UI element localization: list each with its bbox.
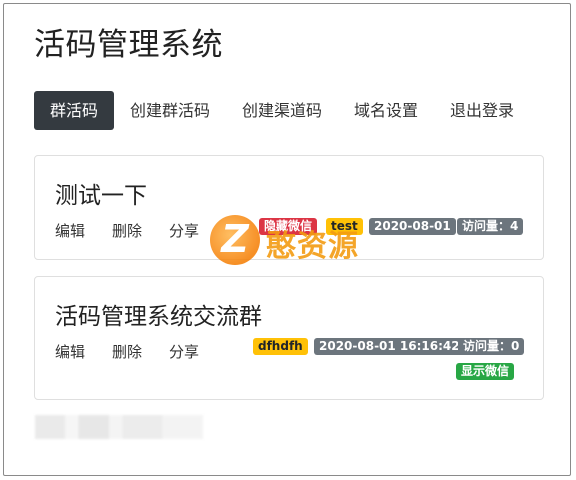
tab-create-channel-code[interactable]: 创建渠道码	[234, 91, 330, 130]
app-window: 活码管理系统 群活码 创建群活码 创建渠道码 域名设置 退出登录 测试一下 编辑…	[3, 3, 571, 476]
edit-button[interactable]: 编辑	[55, 220, 85, 241]
delete-button[interactable]: 删除	[112, 341, 142, 362]
date-badge: 2020-08-01 16:16:42	[314, 338, 465, 355]
date-badge: 2020-08-01	[369, 218, 456, 235]
watermark: Z 憨资源	[206, 211, 371, 271]
share-button[interactable]: 分享	[169, 341, 199, 362]
tab-domain-settings[interactable]: 域名设置	[346, 91, 426, 130]
blurred-footer	[35, 415, 203, 439]
card-title: 测试一下	[55, 183, 147, 209]
watermark-logo: Z	[210, 215, 260, 265]
visits-badge: 访问量：0	[458, 338, 525, 355]
watermark-text: 憨资源	[266, 229, 359, 264]
tab-create-group-code[interactable]: 创建群活码	[122, 91, 218, 130]
tag-badge: dfhdfh	[253, 338, 308, 355]
visits-badge: 访问量：4	[457, 218, 524, 235]
show-wechat-badge: 显示微信	[456, 363, 515, 380]
group-code-card: 活码管理系统交流群 编辑 删除 分享 dfhdfh 2020-08-01 16:…	[34, 276, 544, 400]
card-title: 活码管理系统交流群	[55, 304, 262, 330]
share-button[interactable]: 分享	[169, 220, 199, 241]
delete-button[interactable]: 删除	[112, 220, 142, 241]
page-title: 活码管理系统	[34, 27, 223, 63]
edit-button[interactable]: 编辑	[55, 341, 85, 362]
tab-logout[interactable]: 退出登录	[442, 91, 522, 130]
watermark-logo-letter: Z	[221, 217, 249, 261]
tab-group-codes[interactable]: 群活码	[34, 91, 114, 130]
